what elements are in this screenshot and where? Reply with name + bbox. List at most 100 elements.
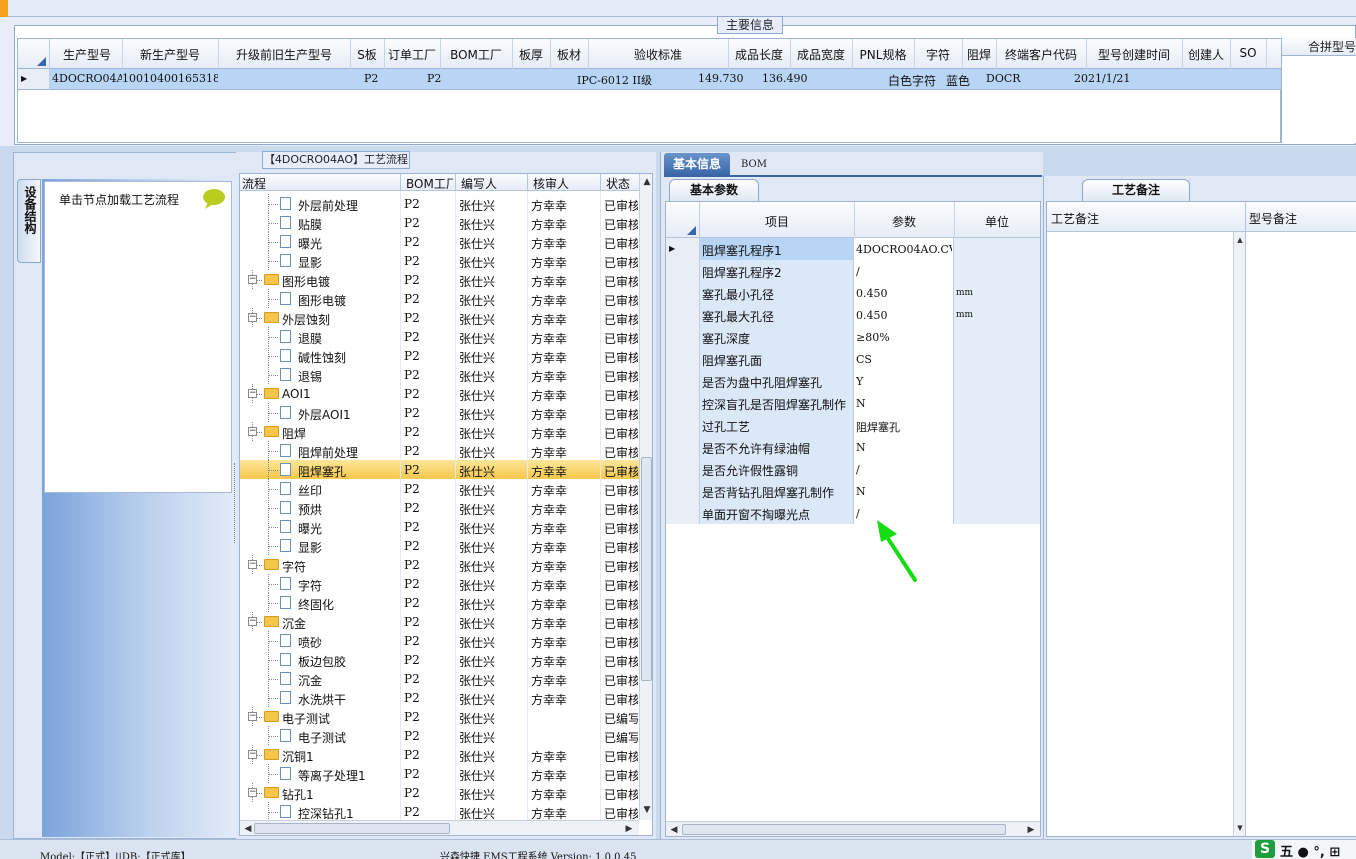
info-scroll-left-icon[interactable]: ◀ bbox=[668, 824, 680, 836]
col-header-param[interactable]: 参数 bbox=[854, 213, 954, 230]
table-row[interactable]: ▶ 4DOCRO04AO 10010400165318 P2 P2 IPC-60… bbox=[18, 69, 1282, 90]
info-horizontal-scrollbar[interactable]: ◀ ▶ bbox=[666, 821, 1040, 836]
param-value-cell[interactable]: / bbox=[854, 458, 954, 480]
process-row[interactable]: 阻焊塞孔 P2 张仕兴 方幸幸 已审核 bbox=[240, 460, 639, 479]
param-row[interactable]: 过孔工艺 阻焊塞孔 bbox=[666, 414, 1040, 436]
process-row[interactable]: 曝光 P2 张仕兴 方幸幸 已审核 bbox=[240, 232, 639, 251]
col-header-4[interactable]: 订单工厂 bbox=[384, 46, 440, 63]
collapse-toggle-icon[interactable]: − bbox=[248, 560, 257, 569]
hint-box[interactable]: 单击节点加载工艺流程 bbox=[44, 181, 232, 493]
param-value-cell[interactable]: N bbox=[854, 436, 954, 458]
process-row[interactable]: − AOI1 P2 张仕兴 方幸幸 已审核 bbox=[240, 384, 639, 403]
process-row[interactable]: 沉金 P2 张仕兴 方幸幸 已审核 bbox=[240, 669, 639, 688]
collapse-toggle-icon[interactable]: − bbox=[248, 712, 257, 721]
process-col-header-3[interactable]: 核审人 bbox=[529, 175, 598, 192]
hscroll-thumb[interactable] bbox=[254, 823, 450, 834]
col-header-0[interactable]: 生产型号 bbox=[52, 46, 122, 63]
scroll-right-icon[interactable]: ▶ bbox=[623, 823, 635, 835]
process-row[interactable]: 图形电镀 P2 张仕兴 方幸幸 已审核 bbox=[240, 289, 639, 308]
param-row[interactable]: ▶阻焊塞孔程序1 4DOCRO04AO.CVIA bbox=[666, 238, 1040, 260]
col-header-8[interactable]: 验收标准 bbox=[588, 46, 728, 63]
process-row[interactable]: 控深钻孔1 P2 张仕兴 方幸幸 已审核 bbox=[240, 802, 639, 821]
process-remark-header[interactable]: 工艺备注 bbox=[1051, 210, 1099, 227]
scroll-down-icon[interactable]: ▼ bbox=[641, 804, 652, 816]
collapse-toggle-icon[interactable]: − bbox=[248, 389, 257, 398]
process-row[interactable]: 外层前处理 P2 张仕兴 方幸幸 已审核 bbox=[240, 194, 639, 213]
info-scroll-right-icon[interactable]: ▶ bbox=[1025, 824, 1037, 836]
process-row[interactable]: 显影 P2 张仕兴 方幸幸 已审核 bbox=[240, 251, 639, 270]
process-row[interactable]: 贴膜 P2 张仕兴 方幸幸 已审核 bbox=[240, 213, 639, 232]
param-row[interactable]: 是否背钻孔阻焊塞孔制作 N bbox=[666, 480, 1040, 502]
process-row[interactable]: 退膜 P2 张仕兴 方幸幸 已审核 bbox=[240, 327, 639, 346]
process-row[interactable]: 外层AOI1 P2 张仕兴 方幸幸 已审核 bbox=[240, 403, 639, 422]
process-vertical-scrollbar[interactable]: ▲ ▼ bbox=[639, 174, 652, 820]
process-row[interactable]: 电子测试 P2 张仕兴 已编写 bbox=[240, 726, 639, 745]
param-row[interactable]: 单面开窗不掏曝光点 / bbox=[666, 502, 1040, 524]
param-row[interactable]: 是否允许假性露铜 / bbox=[666, 458, 1040, 480]
col-header-3[interactable]: S板 bbox=[350, 46, 384, 63]
process-row[interactable]: 阻焊前处理 P2 张仕兴 方幸幸 已审核 bbox=[240, 441, 639, 460]
collapse-toggle-icon[interactable]: − bbox=[248, 617, 257, 626]
col-header-9[interactable]: 成品长度 bbox=[728, 46, 790, 63]
process-row[interactable]: 曝光 P2 张仕兴 方幸幸 已审核 bbox=[240, 517, 639, 536]
collapse-toggle-icon[interactable]: − bbox=[248, 750, 257, 759]
param-row[interactable]: 阻焊塞孔面 CS bbox=[666, 348, 1040, 370]
process-col-header-0[interactable]: 流程 bbox=[242, 175, 398, 192]
collapse-toggle-icon[interactable]: − bbox=[248, 788, 257, 797]
col-header-12[interactable]: 字符 bbox=[914, 46, 962, 63]
process-col-header-4[interactable]: 状态 bbox=[602, 175, 638, 192]
merge-model-panel[interactable]: 合拼型号 bbox=[1281, 38, 1356, 143]
process-row[interactable]: − 阻焊 P2 张仕兴 方幸幸 已审核 bbox=[240, 422, 639, 441]
col-header-13[interactable]: 阻焊 bbox=[962, 46, 996, 63]
process-row[interactable]: 退锡 P2 张仕兴 方幸幸 已审核 bbox=[240, 365, 639, 384]
process-row[interactable]: 丝印 P2 张仕兴 方幸幸 已审核 bbox=[240, 479, 639, 498]
collapse-toggle-icon[interactable]: − bbox=[248, 427, 257, 436]
param-value-cell[interactable]: 4DOCRO04AO.CVIA bbox=[854, 238, 954, 260]
param-row[interactable]: 塞孔最小孔径 0.450 mm bbox=[666, 282, 1040, 304]
tab-basic-info[interactable]: 基本信息 bbox=[664, 153, 730, 175]
param-row[interactable]: 是否为盘中孔阻焊塞孔 Y bbox=[666, 370, 1040, 392]
param-value-cell[interactable]: / bbox=[854, 260, 954, 282]
param-row[interactable]: 控深盲孔是否阻焊塞孔制作 N bbox=[666, 392, 1040, 414]
process-row[interactable]: − 沉金 P2 张仕兴 方幸幸 已审核 bbox=[240, 612, 639, 631]
vertical-tab-equipment[interactable]: 设备结构 bbox=[17, 179, 41, 263]
ime-toolbar[interactable]: S 五 ● °, ⊞ bbox=[1252, 840, 1356, 859]
process-row[interactable]: − 字符 P2 张仕兴 方幸幸 已审核 bbox=[240, 555, 639, 574]
main-info-grid[interactable]: 生产型号 新生产型号 升级前旧生产型号 S板 订单工厂 BOM工厂 板厚 板材 验收标准 成品长度… bbox=[17, 38, 1282, 143]
tab-process-remark[interactable]: 工艺备注 bbox=[1082, 179, 1190, 201]
process-col-header-2[interactable]: 编写人 bbox=[457, 175, 525, 192]
process-row[interactable]: 水洗烘干 P2 张仕兴 方幸幸 已审核 bbox=[240, 688, 639, 707]
process-row[interactable]: 碱性蚀刻 P2 张仕兴 方幸幸 已审核 bbox=[240, 346, 639, 365]
subtab-basic-params[interactable]: 基本参数 bbox=[669, 179, 759, 201]
process-row[interactable]: 字符 P2 张仕兴 方幸幸 已审核 bbox=[240, 574, 639, 593]
col-header-6[interactable]: 板厚 bbox=[512, 46, 550, 63]
param-value-cell[interactable]: N bbox=[854, 392, 954, 414]
param-value-cell[interactable]: N bbox=[854, 480, 954, 502]
process-row[interactable]: − 钻孔1 P2 张仕兴 方幸幸 已审核 bbox=[240, 783, 639, 802]
info-grid[interactable]: 项目 参数 单位 ▶阻焊塞孔程序14DOCRO04AO.CVIA阻焊塞孔程序2/… bbox=[665, 201, 1041, 837]
col-header-17[interactable]: SO bbox=[1230, 46, 1266, 60]
tab-bom[interactable]: BOM bbox=[735, 156, 775, 174]
process-grid[interactable]: 流程 BOM工厂 编写人 核审人 状态 外层前处理 P2 张仕兴 方幸幸 已审核 贴膜 P2 张仕兴方… bbox=[239, 173, 653, 836]
col-header-14[interactable]: 终端客户代码 bbox=[996, 46, 1086, 63]
col-header-1[interactable]: 新生产型号 bbox=[122, 46, 218, 63]
scroll-up-icon[interactable]: ▲ bbox=[641, 176, 652, 188]
param-value-cell[interactable]: Y bbox=[854, 370, 954, 392]
process-row[interactable]: 喷砂 P2 张仕兴 方幸幸 已审核 bbox=[240, 631, 639, 650]
param-row[interactable]: 阻焊塞孔程序2 / bbox=[666, 260, 1040, 282]
col-header-16[interactable]: 创建人 bbox=[1182, 46, 1230, 63]
remark-scroll-up-icon[interactable]: ▲ bbox=[1234, 234, 1246, 246]
scroll-left-icon[interactable]: ◀ bbox=[242, 823, 254, 835]
col-header-2[interactable]: 升级前旧生产型号 bbox=[218, 46, 350, 63]
param-value-cell[interactable]: 阻焊塞孔 bbox=[854, 414, 954, 436]
process-row[interactable]: 终固化 P2 张仕兴 方幸幸 已审核 bbox=[240, 593, 639, 612]
model-remark-header[interactable]: 型号备注 bbox=[1249, 210, 1297, 227]
param-value-cell[interactable]: 0.450 bbox=[854, 304, 954, 326]
process-horizontal-scrollbar[interactable]: ◀ ▶ bbox=[240, 820, 639, 835]
collapse-toggle-icon[interactable]: − bbox=[248, 275, 257, 284]
col-header-10[interactable]: 成品宽度 bbox=[790, 46, 852, 63]
process-col-header-1[interactable]: BOM工厂 bbox=[402, 175, 453, 192]
param-value-cell[interactable]: 0.450 bbox=[854, 282, 954, 304]
process-row[interactable]: 等离子处理1 P2 张仕兴 方幸幸 已审核 bbox=[240, 764, 639, 783]
param-row[interactable]: 塞孔深度 ≥80% bbox=[666, 326, 1040, 348]
